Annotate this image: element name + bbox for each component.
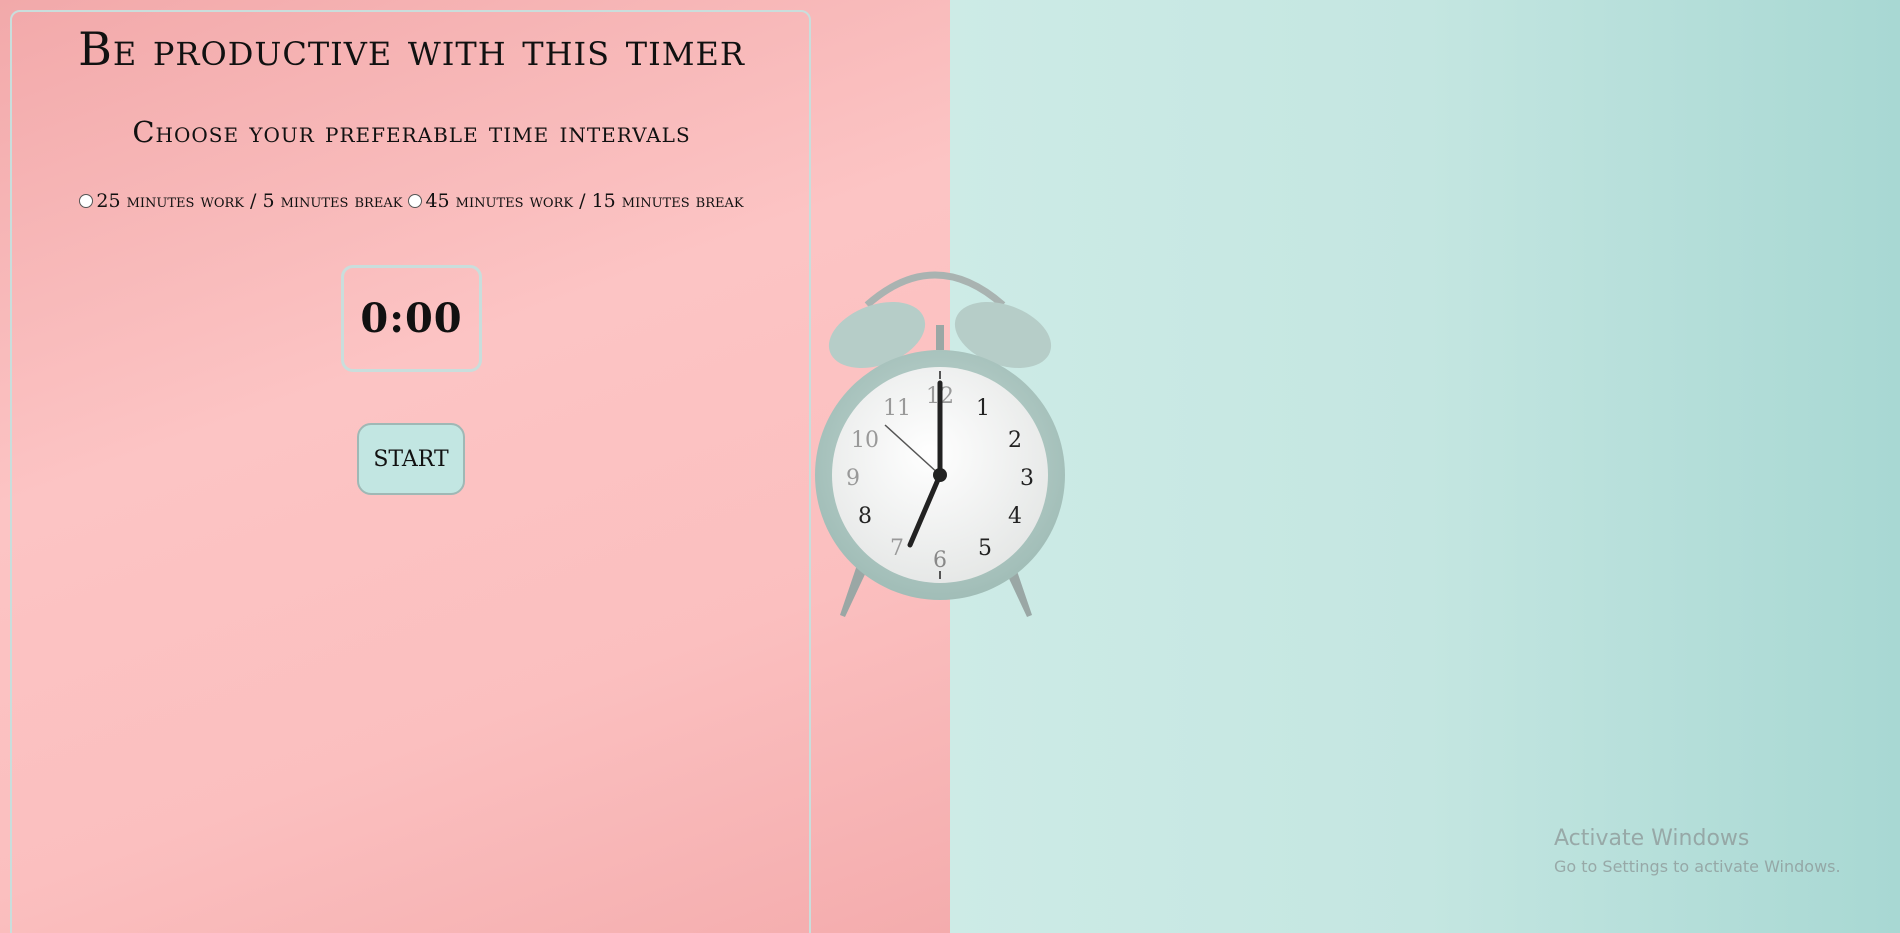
clock-number-2: 2 — [1008, 428, 1022, 453]
clock-number-7: 7 — [890, 536, 904, 561]
interval-option-25-5[interactable]: 25 minutes work / 5 minutes break — [79, 190, 402, 212]
clock-number-8: 8 — [858, 504, 872, 529]
clock-number-1: 1 — [976, 396, 990, 421]
clock-number-10: 10 — [851, 428, 879, 453]
interval-option-45-15[interactable]: 45 minutes work / 15 minutes break — [408, 190, 744, 212]
interval-option-label: 25 minutes work / 5 minutes break — [96, 190, 403, 212]
windows-activation-watermark: Activate Windows Go to Settings to activ… — [1554, 826, 1841, 876]
interval-subtitle: Choose your preferable time intervals — [132, 115, 691, 149]
clock-number-4: 4 — [1008, 504, 1022, 529]
start-button[interactable]: START — [357, 423, 465, 495]
clock-number-9: 9 — [846, 466, 860, 491]
watermark-subtitle: Go to Settings to activate Windows. — [1554, 857, 1841, 876]
watermark-title: Activate Windows — [1554, 826, 1750, 851]
mint-background — [950, 0, 1900, 933]
clock-number-6: 6 — [933, 548, 947, 573]
clock-number-5: 5 — [978, 536, 992, 561]
clock-number-3: 3 — [1020, 466, 1034, 491]
alarm-clock-image: 12 1 2 3 4 5 6 7 8 9 10 11 — [815, 271, 1065, 617]
interval-option-label: 45 minutes work / 15 minutes break — [425, 190, 744, 212]
clock-number-11: 11 — [883, 396, 911, 421]
radio-25-5[interactable] — [79, 194, 94, 208]
radio-45-15[interactable] — [408, 194, 423, 208]
interval-options: 25 minutes work / 5 minutes break 45 min… — [0, 190, 823, 213]
timer-display: 0:00 — [341, 265, 482, 372]
page-title: Be productive with this timer — [78, 22, 745, 76]
